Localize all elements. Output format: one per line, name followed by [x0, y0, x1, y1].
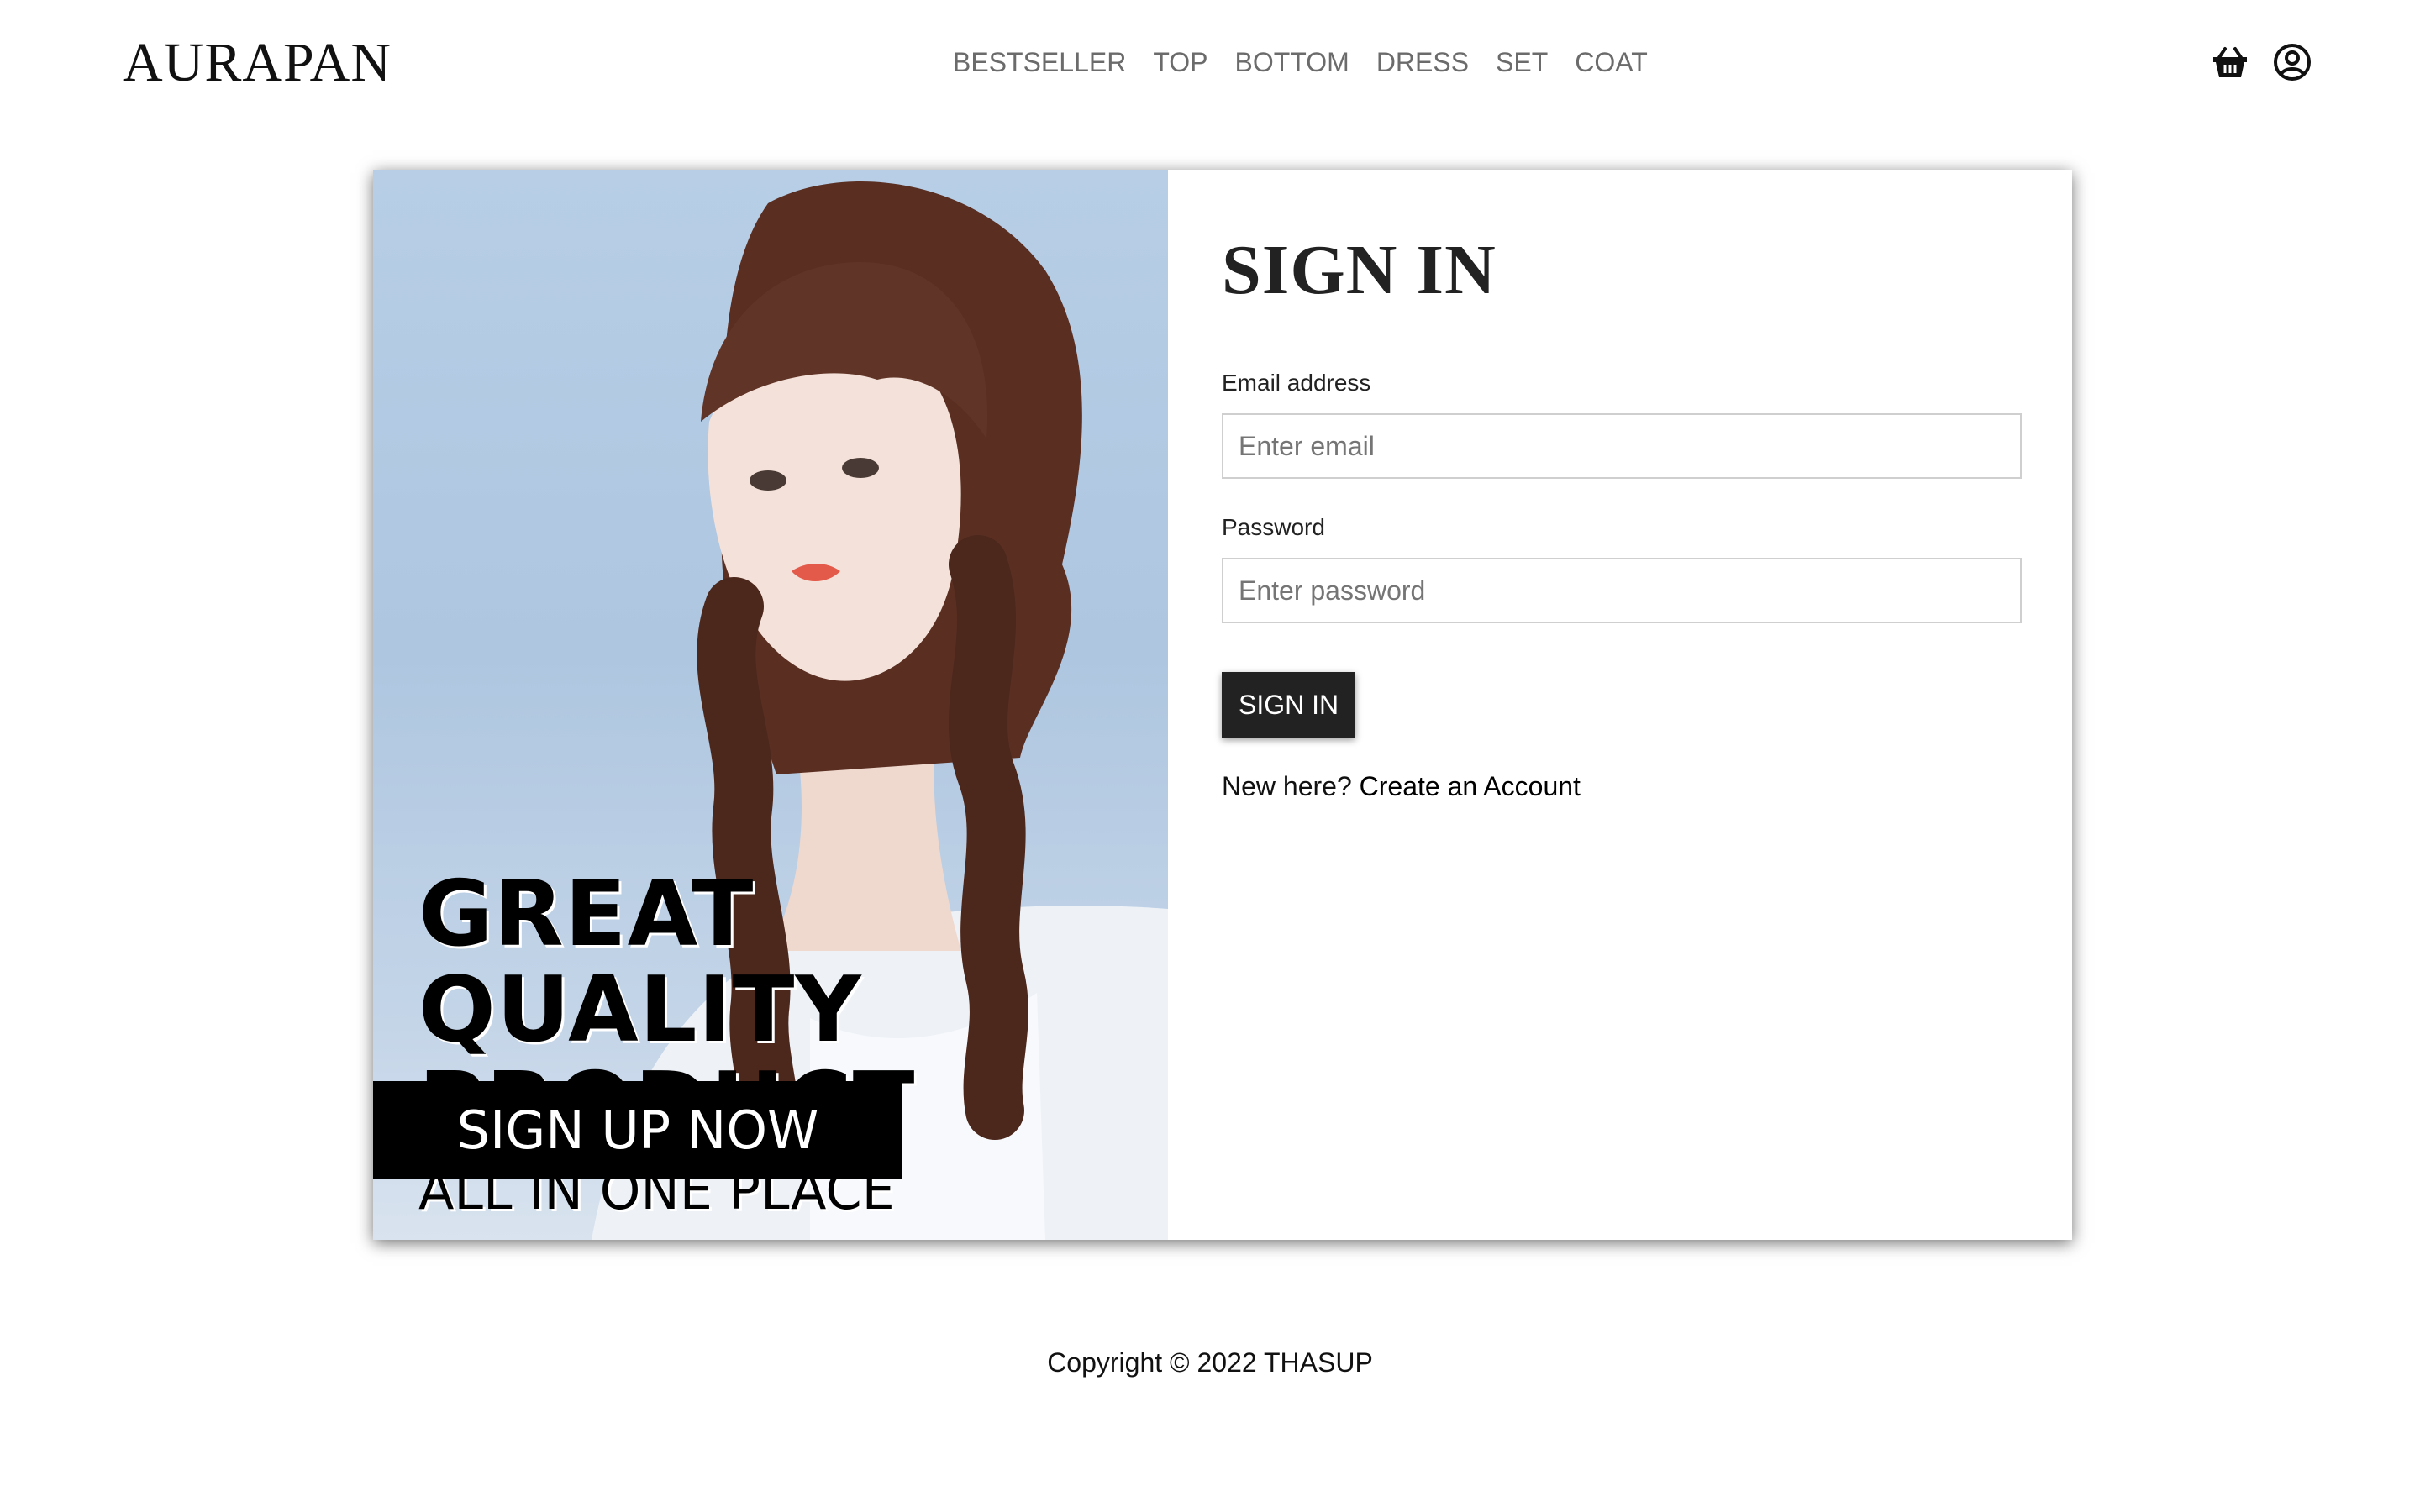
- promo-line-2: QUALITY: [418, 958, 862, 1063]
- nav-item-coat[interactable]: COAT: [1575, 42, 1648, 82]
- new-here-text: New here? Create an Account: [1222, 771, 1581, 802]
- site-header: AURAPAN BESTSELLER TOP BOTTOM DRESS SET …: [0, 0, 2420, 124]
- email-field[interactable]: [1222, 413, 2022, 479]
- promo-line-1: GREAT: [418, 862, 755, 967]
- nav-item-bottom[interactable]: BOTTOM: [1235, 42, 1349, 82]
- email-label: Email address: [1222, 370, 1371, 396]
- signin-card: GREAT QUALITY PRODUCT ALL IN ONE PLACE S…: [373, 170, 2072, 1240]
- nav-item-set[interactable]: SET: [1496, 42, 1548, 82]
- signin-form: SIGN IN Email address Password SIGN IN N…: [1168, 170, 2072, 1240]
- password-label: Password: [1222, 514, 1325, 540]
- signup-now-button[interactable]: SIGN UP NOW: [373, 1081, 902, 1179]
- create-account-link[interactable]: Create an Account: [1360, 771, 1581, 801]
- nav-item-top[interactable]: TOP: [1153, 42, 1207, 82]
- site-logo[interactable]: AURAPAN: [123, 32, 392, 94]
- signin-button[interactable]: SIGN IN: [1222, 672, 1356, 738]
- promo-panel: GREAT QUALITY PRODUCT ALL IN ONE PLACE S…: [373, 170, 1168, 1240]
- new-here-label: New here?: [1222, 771, 1352, 801]
- basket-icon[interactable]: [2210, 42, 2250, 82]
- form-title: SIGN IN: [1222, 231, 1497, 309]
- password-field[interactable]: [1222, 558, 2022, 623]
- nav-item-bestseller[interactable]: BESTSELLER: [953, 42, 1126, 82]
- footer-copyright: Copyright © 2022 THASUP: [1047, 1347, 1373, 1378]
- user-circle-icon[interactable]: [2272, 42, 2312, 82]
- header-icons: [2210, 42, 2312, 82]
- main-nav: BESTSELLER TOP BOTTOM DRESS SET COAT: [953, 42, 1648, 82]
- nav-item-dress[interactable]: DRESS: [1376, 42, 1469, 82]
